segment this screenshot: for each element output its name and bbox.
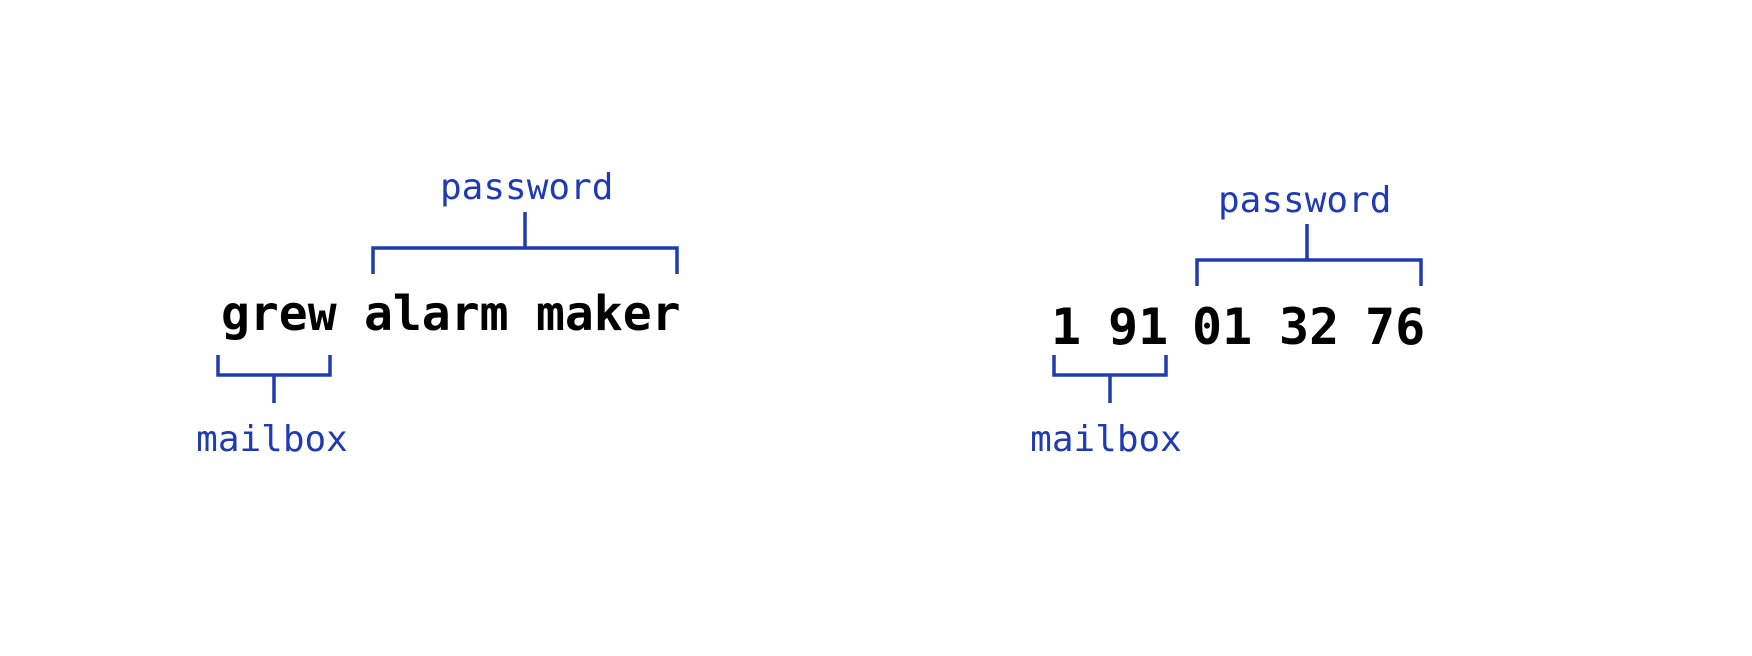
password-number: 01 [1192,298,1253,356]
password-number: 32 [1279,298,1340,356]
mailbox-bracket [216,355,332,403]
mailbox-bracket [1052,355,1168,403]
password-bracket [1195,224,1423,286]
password-word: maker [536,286,681,342]
password-word: alarm [364,286,509,342]
password-label: password [440,167,614,208]
mailbox-label: mailbox [1030,419,1182,460]
password-number: 76 [1365,298,1426,356]
mailbox-word: grew [221,286,337,342]
password-bracket [371,212,679,274]
password-label: password [1218,180,1392,221]
mailbox-label: mailbox [196,419,348,460]
code-diagram: password grew alarm maker mailbox passwo… [0,0,1752,656]
mailbox-number: 91 [1108,298,1169,356]
mailbox-number: 1 [1051,298,1082,356]
